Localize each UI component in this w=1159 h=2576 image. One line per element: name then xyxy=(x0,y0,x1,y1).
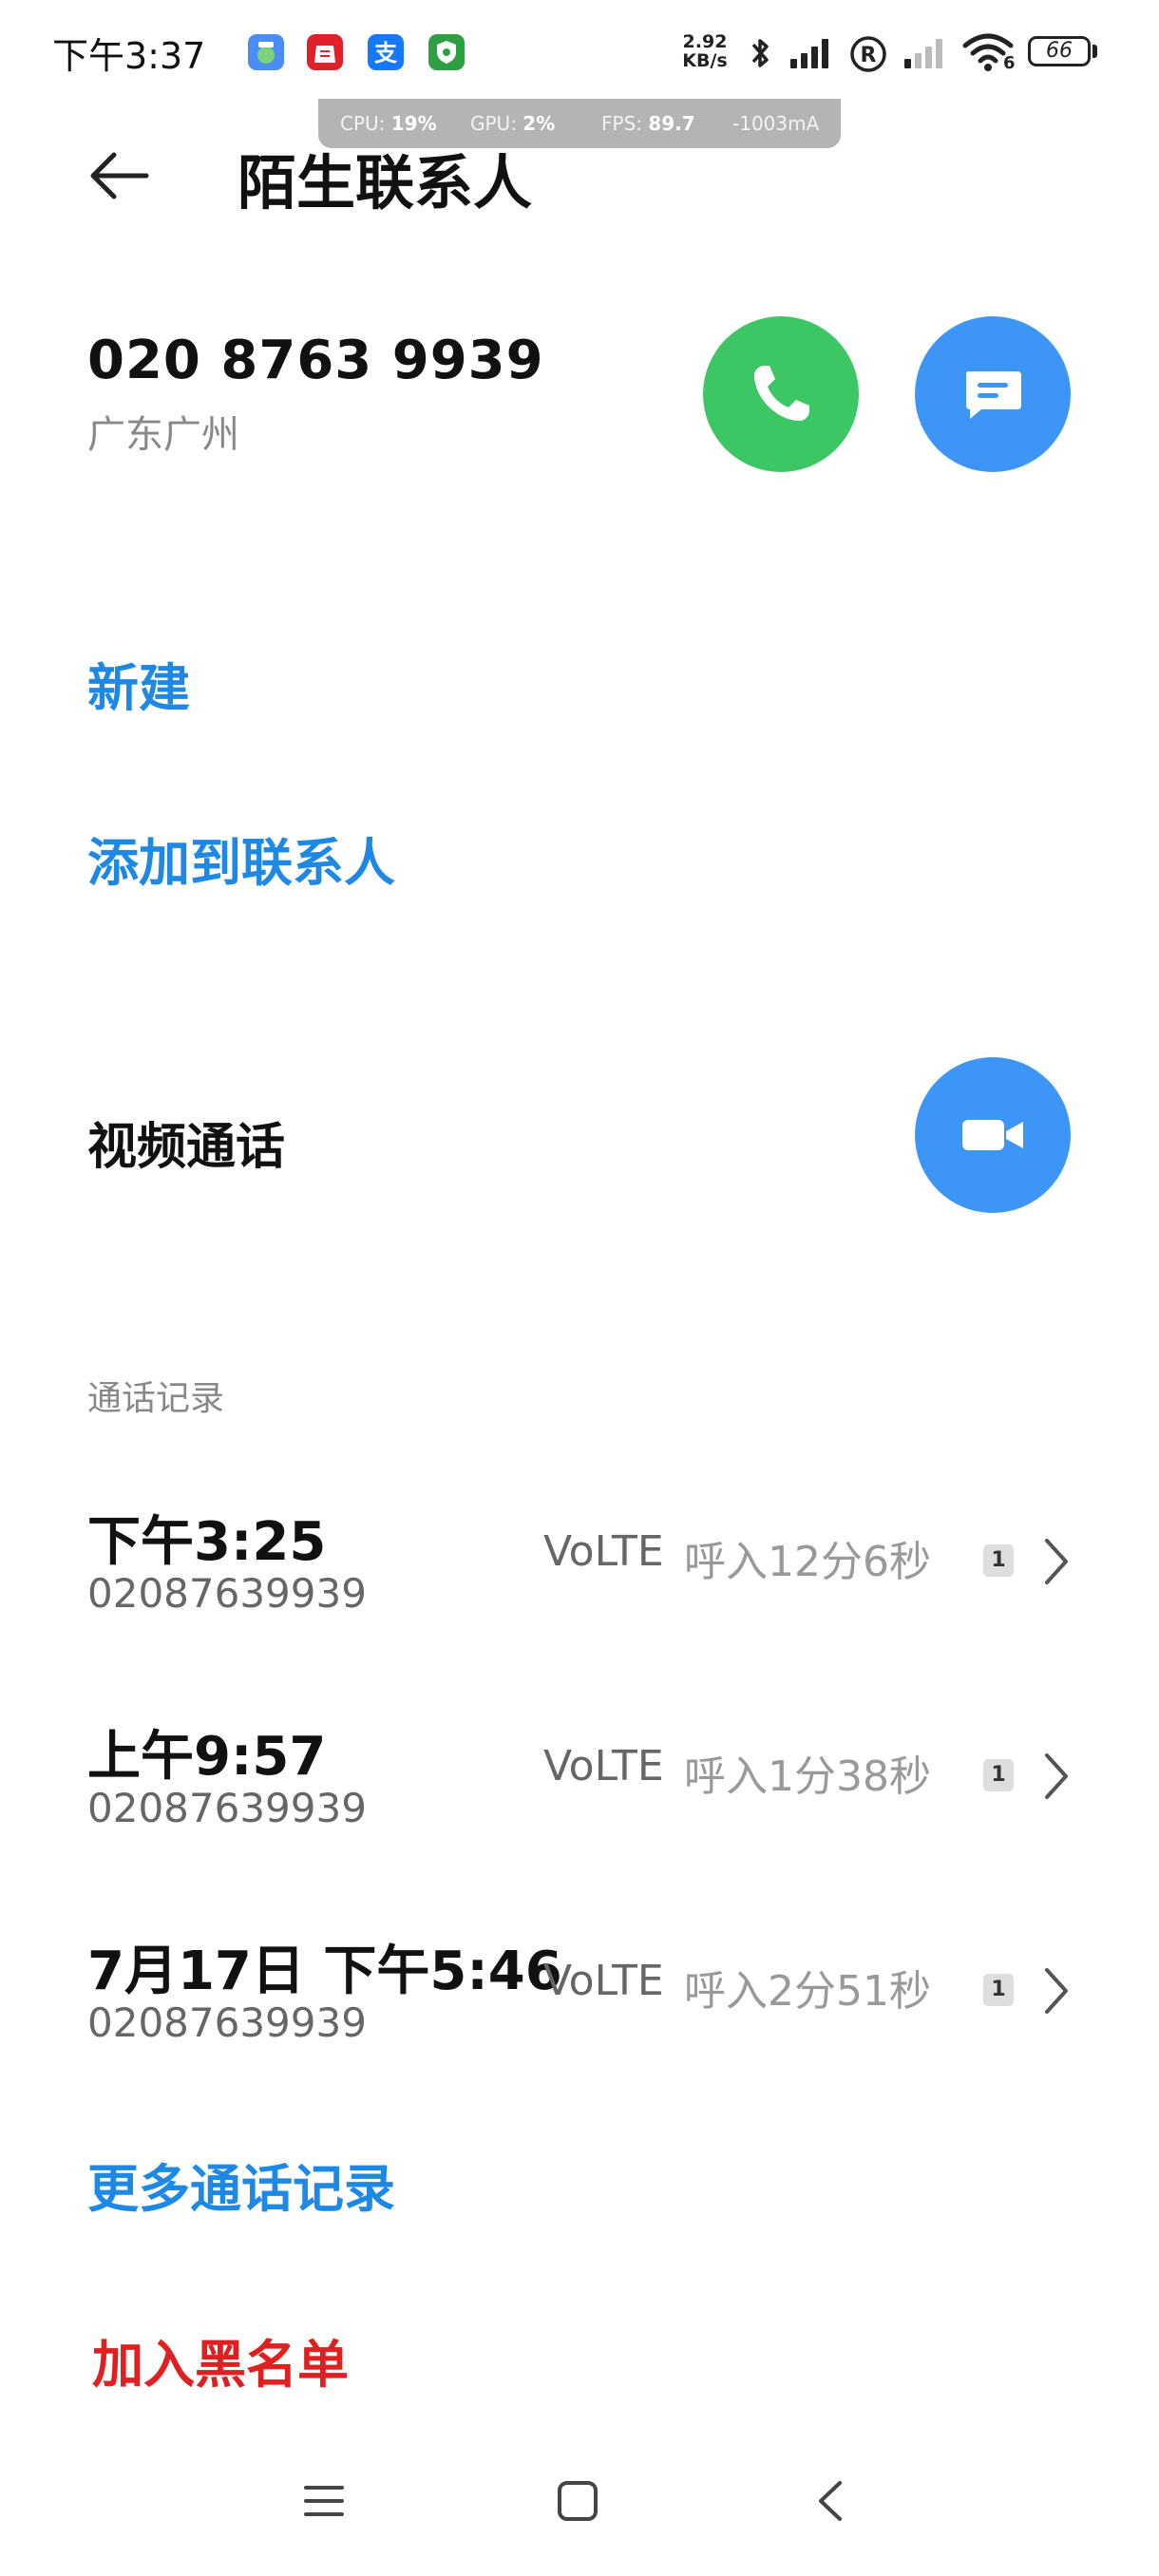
wifi-label: 6 xyxy=(1003,53,1016,73)
svg-text:R: R xyxy=(861,44,877,67)
call-time: 7月17日 下午5:46 xyxy=(87,1941,562,2002)
call-type: VoLTE xyxy=(543,1957,664,2005)
more-call-log-link[interactable]: 更多通话记录 xyxy=(87,2147,395,2222)
chevron-right-icon xyxy=(1045,1539,1068,1584)
call-number: 02087639939 xyxy=(87,1570,367,1617)
video-call-button[interactable] xyxy=(915,1057,1071,1213)
sim-badge: 1 xyxy=(983,1544,1014,1577)
page-title: 陌生联系人 xyxy=(238,148,533,218)
menu-icon[interactable] xyxy=(302,2479,346,2523)
fps-value: 89.7 xyxy=(648,112,695,135)
net-speed: 2.92 KB/s xyxy=(676,32,733,70)
bluetooth-icon xyxy=(751,39,769,67)
net-speed-unit: KB/s xyxy=(682,50,728,71)
battery-indicator: 66 xyxy=(1028,36,1091,66)
battery-tip xyxy=(1092,45,1097,58)
fps-label: FPS: xyxy=(601,112,642,135)
sim-badge: 1 xyxy=(983,1759,1014,1791)
new-contact-link[interactable]: 新建 xyxy=(87,646,190,721)
sim-badge: 1 xyxy=(983,1974,1014,2006)
arrow-left-icon[interactable] xyxy=(86,147,152,204)
fps-stat: FPS: 89.7 xyxy=(601,99,695,148)
call-duration: 呼入1分38秒 xyxy=(684,1752,931,1801)
call-duration: 呼入12分6秒 xyxy=(684,1538,931,1586)
home-icon[interactable] xyxy=(556,2479,599,2523)
call-log-row[interactable]: 下午3:25 02087639939 VoLTE 呼入12分6秒 1 xyxy=(0,1499,1159,1679)
call-log-header: 通话记录 xyxy=(87,1379,225,1418)
call-button[interactable] xyxy=(703,316,859,472)
notification-security-icon xyxy=(428,34,465,70)
cpu-value: 19% xyxy=(390,112,437,135)
notification-alipay-icon: 支 xyxy=(368,34,404,70)
roaming-icon: R xyxy=(850,36,886,72)
notification-app-icon xyxy=(248,34,284,70)
status-bar: 下午3:37 支 2.92 KB/s R 6 66 xyxy=(0,0,1159,95)
battery-level: 66 xyxy=(1046,39,1073,63)
call-time: 下午3:25 xyxy=(87,1511,327,1573)
status-time: 下午3:37 xyxy=(52,35,206,77)
gpu-value: 2% xyxy=(522,112,556,135)
message-button[interactable] xyxy=(915,316,1071,472)
call-number: 02087639939 xyxy=(87,1999,367,2046)
signal-strength-icon xyxy=(790,39,828,68)
net-speed-value: 2.92 xyxy=(682,31,728,52)
call-time: 上午9:57 xyxy=(87,1726,327,1788)
gpu-label: GPU: xyxy=(470,112,517,135)
back-icon[interactable] xyxy=(809,2479,853,2523)
block-number-link[interactable]: 加入黑名单 xyxy=(92,2322,349,2397)
call-duration: 呼入2分51秒 xyxy=(684,1967,931,2016)
stranger-contact-page: 下午3:37 支 2.92 KB/s R 6 66 CPU: 19% GPU: … xyxy=(0,0,1159,2576)
current-draw: -1003mA xyxy=(732,112,820,135)
cpu-label: CPU: xyxy=(340,112,386,135)
call-number: 02087639939 xyxy=(87,1785,367,1831)
call-log-row[interactable]: 7月17日 下午5:46 02087639939 VoLTE 呼入2分51秒 1 xyxy=(0,1928,1159,2109)
phone-icon xyxy=(754,366,809,421)
notification-pdd-icon xyxy=(307,34,343,70)
chevron-right-icon xyxy=(1045,1753,1068,1799)
signal-strength-2-icon xyxy=(904,39,942,68)
video-camera-icon xyxy=(962,1120,1023,1150)
call-type: VoLTE xyxy=(543,1527,664,1576)
chevron-right-icon xyxy=(1045,1968,1068,2014)
call-log-row[interactable]: 上午9:57 02087639939 VoLTE 呼入1分38秒 1 xyxy=(0,1714,1159,1894)
video-call-label: 视频通话 xyxy=(87,1119,286,1176)
call-type: VoLTE xyxy=(543,1742,664,1790)
message-icon xyxy=(966,371,1021,419)
add-to-contacts-link[interactable]: 添加到联系人 xyxy=(87,821,395,896)
phone-number: 020 8763 9939 xyxy=(87,330,544,391)
number-location: 广东广州 xyxy=(87,413,239,457)
svg-text:支: 支 xyxy=(374,40,398,66)
